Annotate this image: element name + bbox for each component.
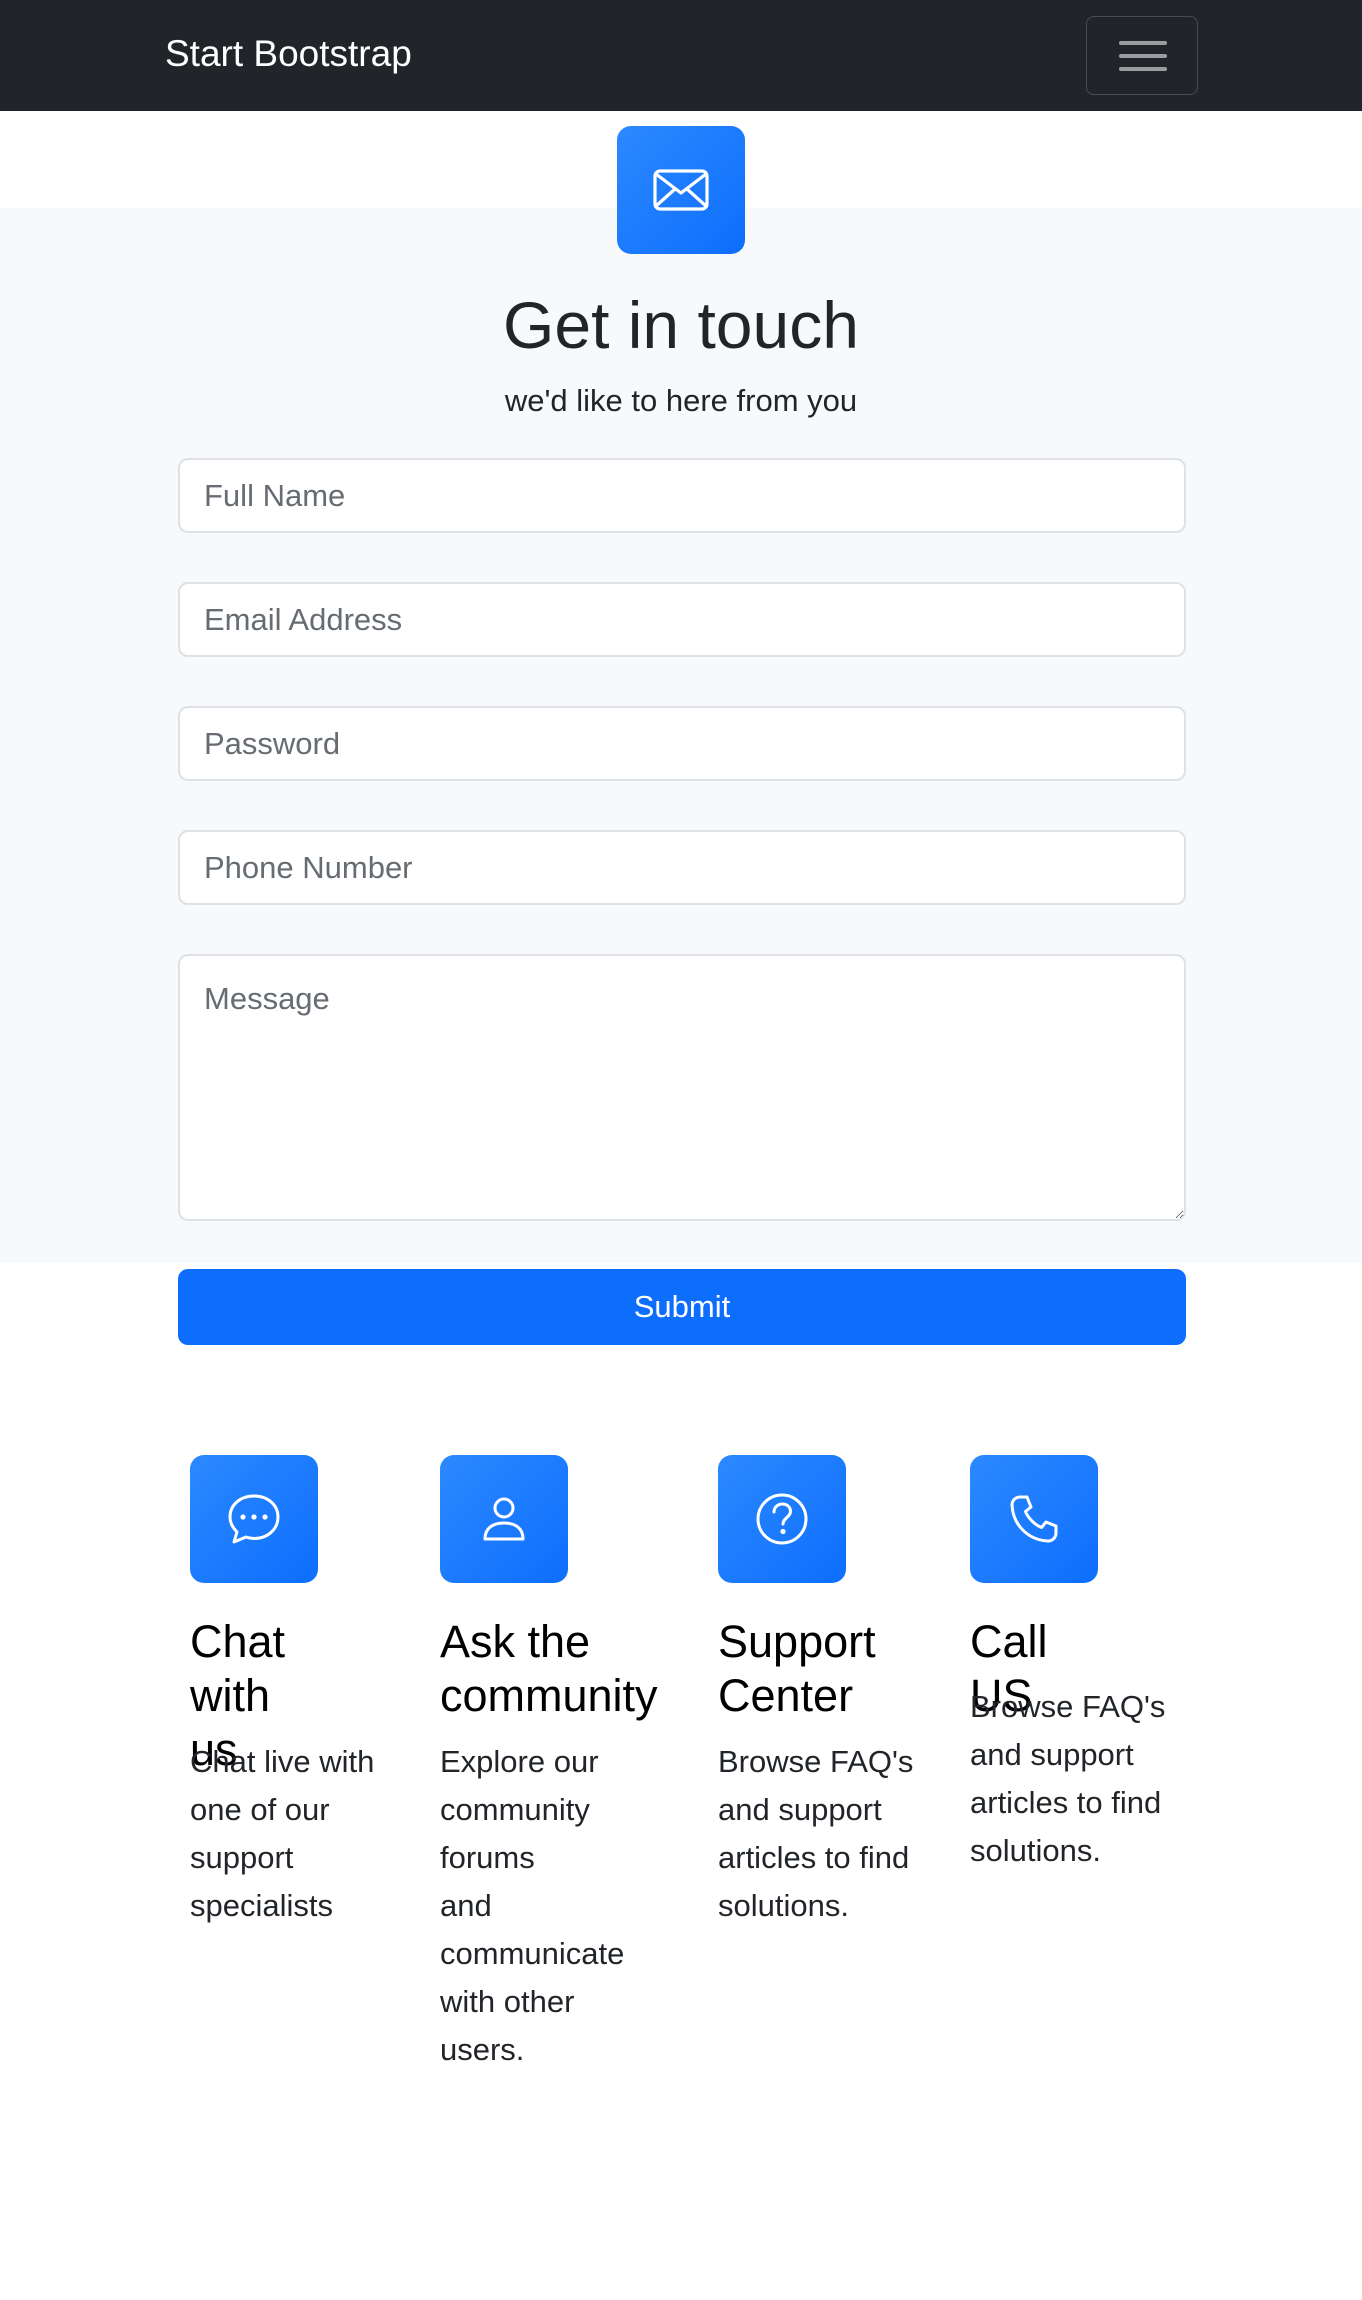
question-circle-icon [756, 1493, 808, 1545]
feature-description: Chat live with one of our support specialis… [190, 1744, 375, 1923]
feature-description: Browse FAQ's and support articles to find s… [718, 1744, 914, 1923]
email-input[interactable] [178, 582, 1186, 657]
page-subtitle: we'd like to here from you [504, 383, 858, 418]
feature-description: Browse FAQ's and support articles to find s… [970, 1689, 1166, 1868]
feature-call-us: Call US Browse FAQ's and support articles … [970, 1455, 1165, 1868]
full-name-input[interactable] [178, 458, 1186, 533]
feature-title: Ask the community [440, 1616, 658, 1721]
feature-support-center: Support Center Browse FAQ's and support art… [718, 1455, 913, 1923]
envelope-icon-box [617, 126, 745, 254]
telephone-icon [1010, 1495, 1058, 1543]
submit-button[interactable]: Submit [178, 1269, 1186, 1345]
navbar-toggle-button[interactable] [1086, 16, 1198, 95]
person-icon-box [440, 1455, 568, 1583]
navbar-brand[interactable]: Start Bootstrap [165, 30, 412, 78]
question-icon-box [718, 1455, 846, 1583]
person-icon [483, 1497, 525, 1541]
message-textarea[interactable] [178, 954, 1186, 1221]
envelope-icon [653, 169, 709, 211]
page-title: Get in touch [503, 288, 859, 362]
feature-community: Ask the community Explore our community for… [440, 1455, 658, 2067]
navbar: Start Bootstrap [0, 0, 1362, 111]
feature-chat: Chat with us Chat live with one of our supp… [190, 1455, 374, 1923]
feature-description: Explore our community forums and communicate… [440, 1744, 625, 2067]
password-input[interactable] [178, 706, 1186, 781]
phone-input[interactable] [178, 830, 1186, 905]
chat-dots-icon [228, 1494, 280, 1544]
feature-title: Support Center [718, 1616, 876, 1721]
chat-icon-box [190, 1455, 318, 1583]
telephone-icon-box [970, 1455, 1098, 1583]
